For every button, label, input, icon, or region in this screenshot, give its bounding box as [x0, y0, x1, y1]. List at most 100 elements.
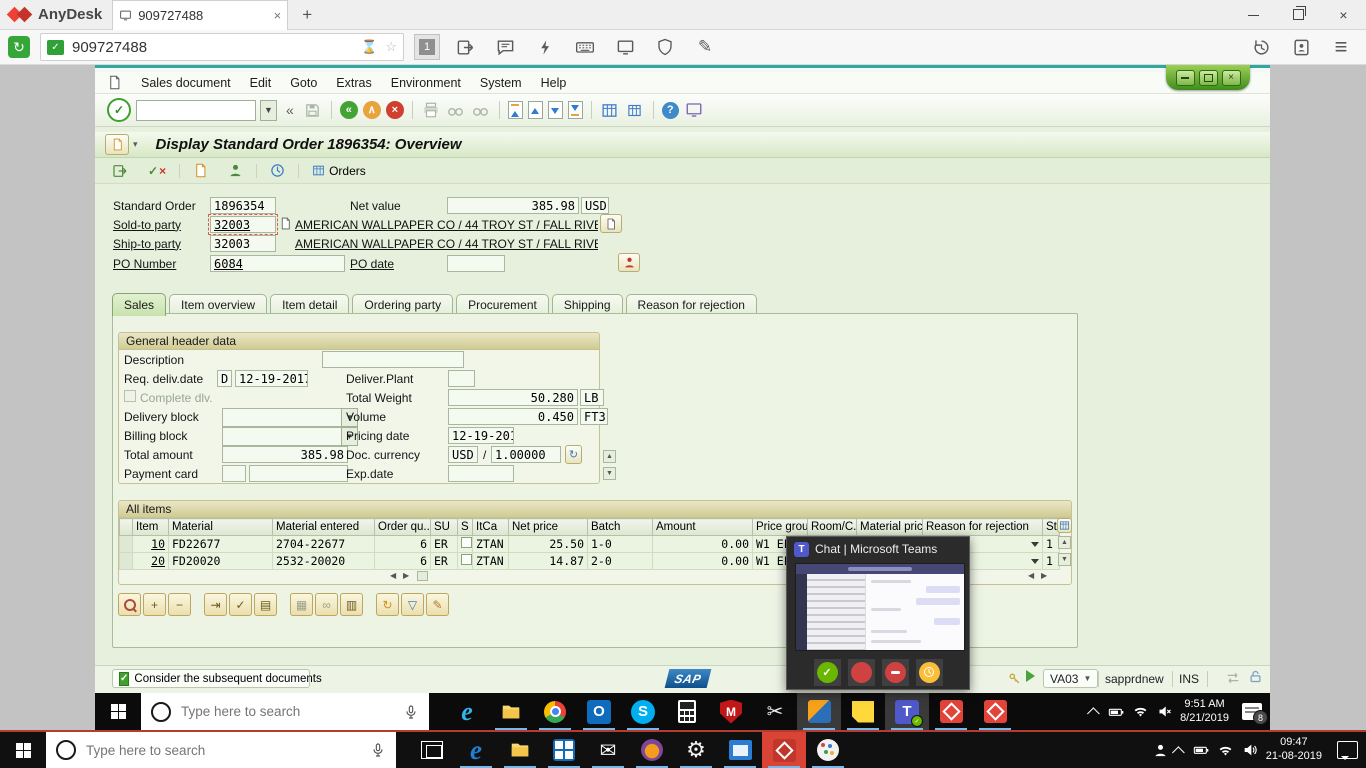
- customer-info-icon[interactable]: [618, 253, 640, 272]
- sold-to-party-field[interactable]: 32003: [210, 216, 276, 233]
- taskbar-calculator[interactable]: [665, 693, 709, 730]
- pricing-date-field[interactable]: 12-19-2017: [448, 427, 514, 444]
- taskbar-file-explorer[interactable]: [489, 693, 533, 730]
- taskbar-anydesk[interactable]: [929, 693, 973, 730]
- item-detail-button[interactable]: [118, 593, 141, 616]
- remote-clock[interactable]: 9:51 AM 8/21/2019: [1180, 698, 1229, 726]
- previous-page-icon[interactable]: [528, 101, 543, 119]
- header-note-icon[interactable]: [600, 214, 622, 233]
- keyboard-icon[interactable]: [570, 37, 600, 57]
- consider-documents-checkbox[interactable]: ✓: [119, 672, 129, 686]
- taskbar-store[interactable]: [542, 732, 586, 768]
- presence-dnd-button[interactable]: [882, 659, 909, 686]
- enter-button[interactable]: ✓: [107, 98, 131, 122]
- rejection-dropdown-icon[interactable]: [1031, 542, 1039, 551]
- taskbar-anydesk-2[interactable]: [973, 693, 1017, 730]
- local-clock[interactable]: 09:47 21-08-2019: [1266, 736, 1322, 764]
- taskbar-paint[interactable]: [806, 732, 850, 768]
- notifications-icon[interactable]: 8: [1242, 703, 1262, 720]
- taskbar-mcafee[interactable]: M: [709, 693, 753, 730]
- refresh-rate-icon[interactable]: ↻: [565, 445, 582, 464]
- pricing-analysis-button[interactable]: ▥: [340, 593, 363, 616]
- taskbar-internet-explorer[interactable]: e: [445, 693, 489, 730]
- menu-environment[interactable]: Environment: [391, 76, 461, 90]
- maximize-button[interactable]: [1276, 0, 1321, 30]
- propose-items-button[interactable]: ⇥: [204, 593, 227, 616]
- menu-help[interactable]: Help: [541, 76, 567, 90]
- display-item-button[interactable]: ▤: [254, 593, 277, 616]
- menu-extras[interactable]: Extras: [336, 76, 371, 90]
- transaction-code-box[interactable]: VA03 ▼: [1043, 669, 1098, 688]
- complete-delivery-checkbox[interactable]: [124, 390, 136, 402]
- hscroll-right-icon[interactable]: ▶: [1041, 571, 1047, 580]
- taskbar-sap-logon[interactable]: [797, 693, 841, 730]
- taskbar-mail[interactable]: ✉: [586, 732, 630, 768]
- address-book-icon[interactable]: [1286, 38, 1316, 57]
- item-checkbox[interactable]: [461, 537, 472, 548]
- person-icon[interactable]: [221, 161, 250, 180]
- display-settings-icon[interactable]: [610, 38, 640, 57]
- file-transfer-icon[interactable]: [450, 38, 480, 57]
- insert-item-button[interactable]: +: [143, 593, 166, 616]
- taskbar-teams[interactable]: T✓: [885, 693, 929, 730]
- close-button[interactable]: ×: [1321, 0, 1366, 30]
- sap-restore-button[interactable]: [1199, 70, 1218, 86]
- main-menu-icon[interactable]: ≡: [1326, 34, 1356, 60]
- action-center-icon[interactable]: [1337, 741, 1358, 759]
- partner-display-icon[interactable]: [186, 161, 215, 180]
- save-icon[interactable]: [303, 102, 323, 119]
- taskbar-sticky-notes[interactable]: [841, 693, 885, 730]
- wifi-icon[interactable]: [1217, 743, 1234, 758]
- menu-sales-document[interactable]: Sales document: [141, 76, 231, 90]
- system-menu-icon[interactable]: [107, 75, 122, 90]
- menu-edit[interactable]: Edit: [250, 76, 272, 90]
- permissions-shield-icon[interactable]: [650, 38, 680, 56]
- orders-button[interactable]: Orders: [305, 162, 373, 180]
- status-play-icon[interactable]: [1026, 670, 1041, 682]
- command-field[interactable]: [136, 100, 256, 121]
- deliver-plant-field[interactable]: [448, 370, 475, 387]
- availability-check-button[interactable]: ∞: [315, 593, 338, 616]
- mic-icon[interactable]: [403, 704, 419, 720]
- tab-sales[interactable]: Sales: [112, 293, 166, 316]
- remote-search-input[interactable]: [179, 703, 395, 720]
- recalculate-button[interactable]: ↻: [376, 593, 399, 616]
- po-number-label[interactable]: PO Number: [113, 255, 176, 272]
- exchange-rate-field[interactable]: 1.00000: [491, 446, 561, 463]
- print-icon[interactable]: [421, 101, 441, 119]
- monitor-select-button[interactable]: 1: [414, 34, 440, 60]
- battery-icon[interactable]: [1192, 742, 1210, 758]
- tab-reason-for-rejection[interactable]: Reason for rejection: [626, 294, 757, 315]
- next-page-icon[interactable]: [548, 101, 563, 119]
- ship-to-party-label[interactable]: Ship-to party: [113, 235, 181, 252]
- taskbar-tor-browser[interactable]: [630, 732, 674, 768]
- minimize-button[interactable]: [1231, 0, 1276, 30]
- payment-card-type-field[interactable]: [222, 465, 246, 482]
- teams-preview-popup[interactable]: T Chat | Microsoft Teams ✓: [786, 536, 970, 690]
- hscroll-right-icon[interactable]: ▶: [403, 571, 409, 580]
- command-dropdown-icon[interactable]: ▼: [260, 100, 277, 121]
- chat-icon[interactable]: [490, 38, 520, 57]
- taskbar-snipping-tool[interactable]: ✂: [753, 693, 797, 730]
- copy-icon[interactable]: [279, 216, 292, 230]
- exit-button[interactable]: ∧: [363, 101, 381, 119]
- tab-ordering-party[interactable]: Ordering party: [352, 294, 453, 315]
- presence-away-button[interactable]: [916, 659, 943, 686]
- exp-date-field[interactable]: [448, 465, 514, 482]
- rejection-dropdown-icon[interactable]: [1031, 559, 1039, 568]
- taskbar-chrome[interactable]: [533, 693, 577, 730]
- table-scroll-down-icon[interactable]: ▼: [1058, 553, 1071, 566]
- local-search-box[interactable]: [46, 732, 396, 768]
- configure-item-button[interactable]: ▦: [290, 593, 313, 616]
- scroll-down-icon[interactable]: ▼: [603, 467, 616, 480]
- volume-icon[interactable]: [1241, 742, 1259, 758]
- presence-busy-button[interactable]: [848, 659, 875, 686]
- item-checkbox[interactable]: [461, 554, 472, 565]
- taskbar-anydesk[interactable]: [762, 732, 806, 768]
- req-deliv-type-field[interactable]: D: [217, 370, 232, 387]
- batch-determination-button[interactable]: ▽: [401, 593, 424, 616]
- tab-close-icon[interactable]: ×: [274, 8, 282, 23]
- find-icon[interactable]: [446, 102, 466, 119]
- standard-order-field[interactable]: 1896354: [210, 197, 276, 214]
- tray-chevron-icon[interactable]: [1087, 707, 1100, 720]
